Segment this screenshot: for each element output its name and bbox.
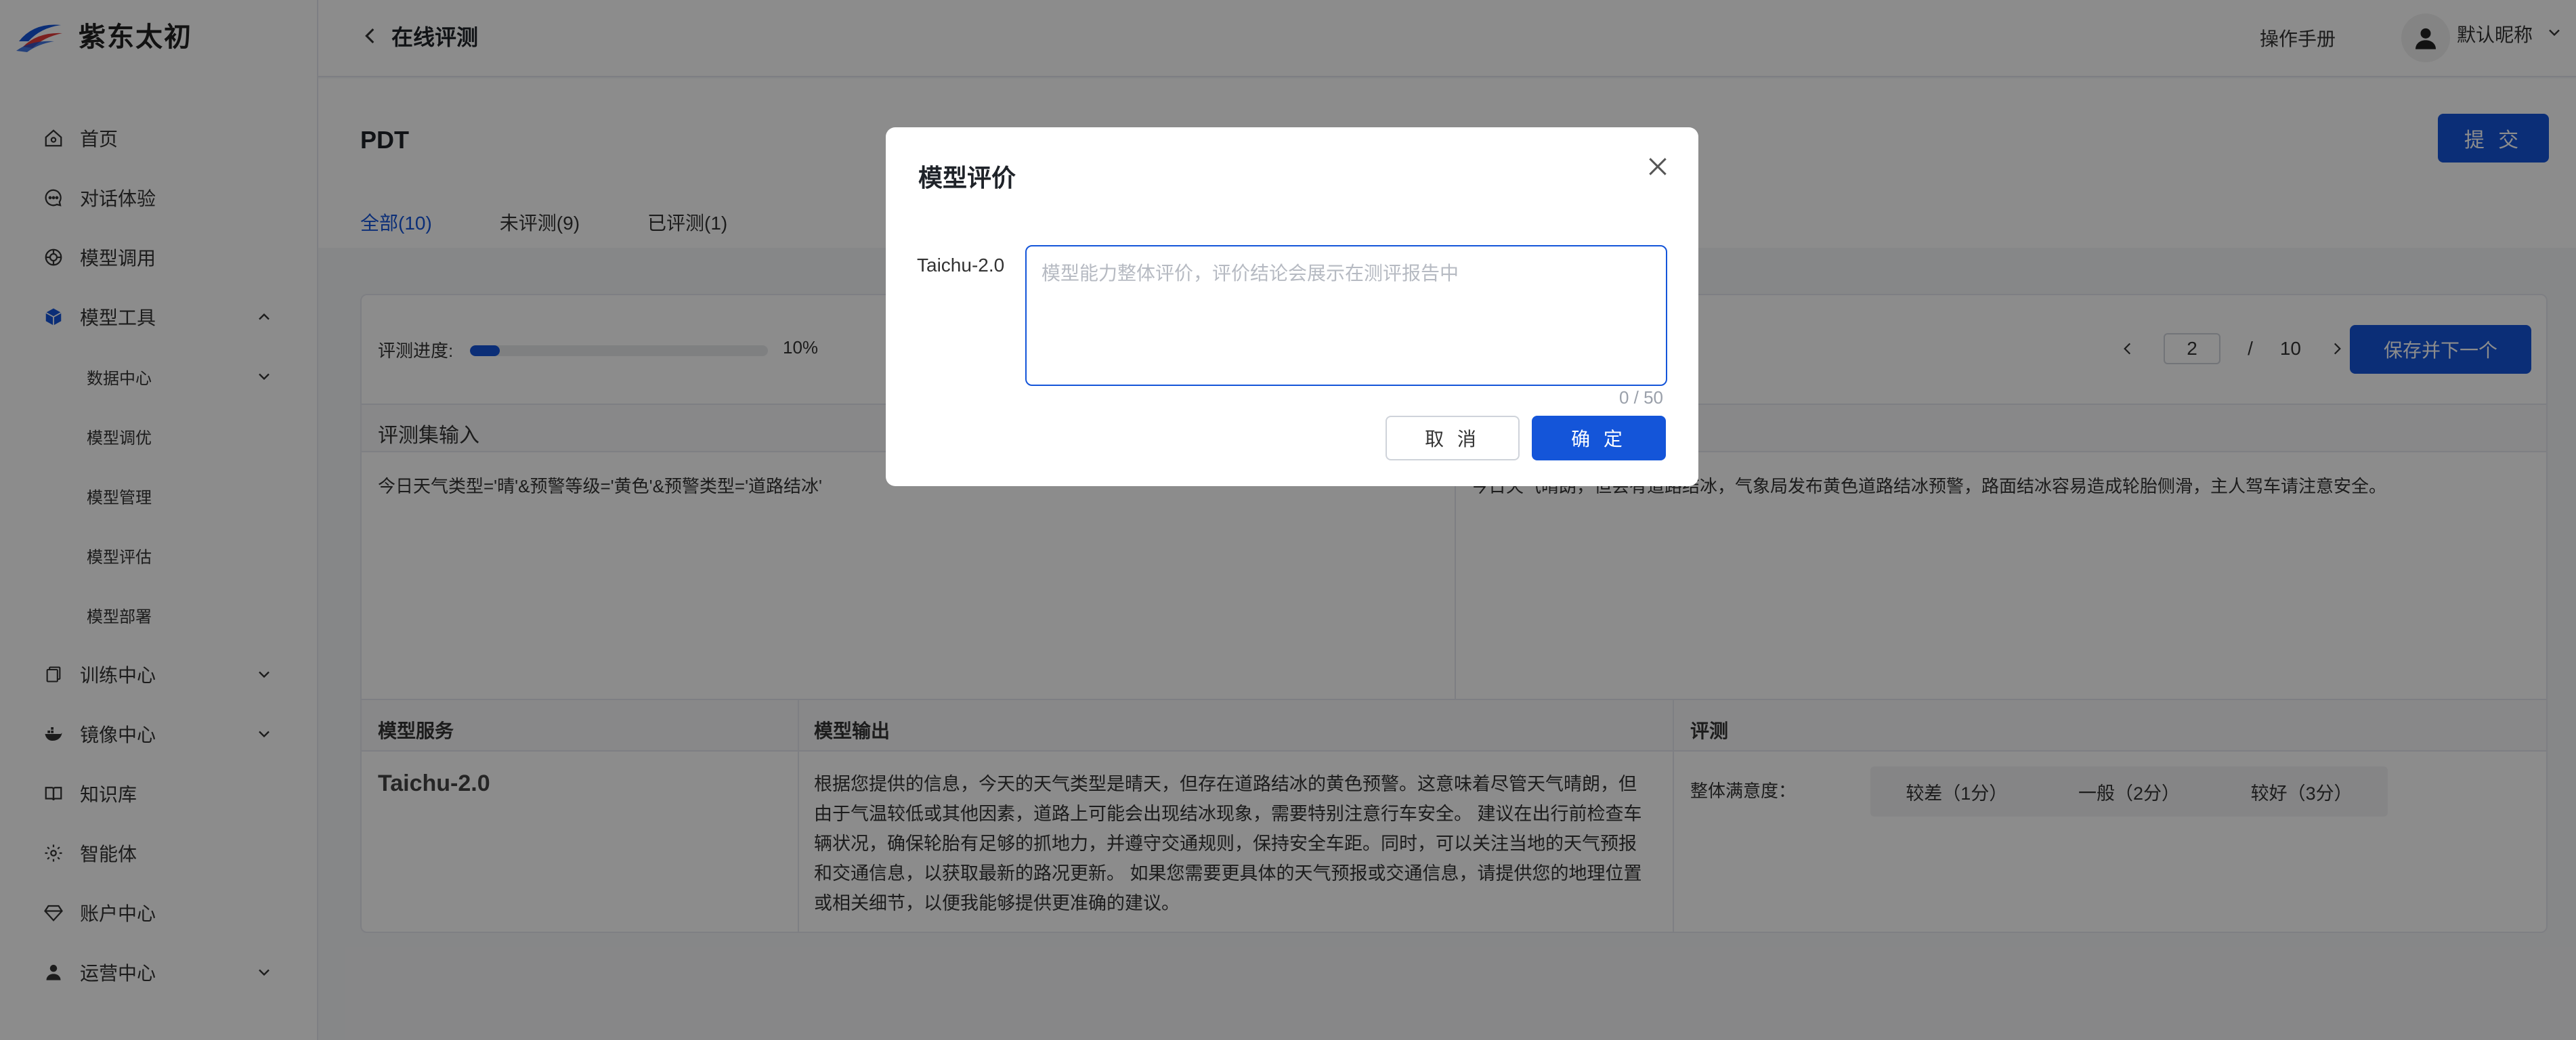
confirm-button[interactable]: 确 定	[1532, 416, 1666, 460]
dialog-model-label: Taichu-2.0	[917, 255, 1005, 276]
cancel-button[interactable]: 取 消	[1386, 416, 1520, 460]
evaluation-textarea[interactable]	[1025, 245, 1667, 386]
char-counter: 0 / 50	[1618, 387, 1663, 408]
close-icon[interactable]	[1644, 153, 1671, 180]
dialog-title: 模型评价	[918, 164, 1016, 192]
model-evaluation-dialog: 模型评价 Taichu-2.0 0 / 50 取 消 确 定	[886, 127, 1698, 486]
